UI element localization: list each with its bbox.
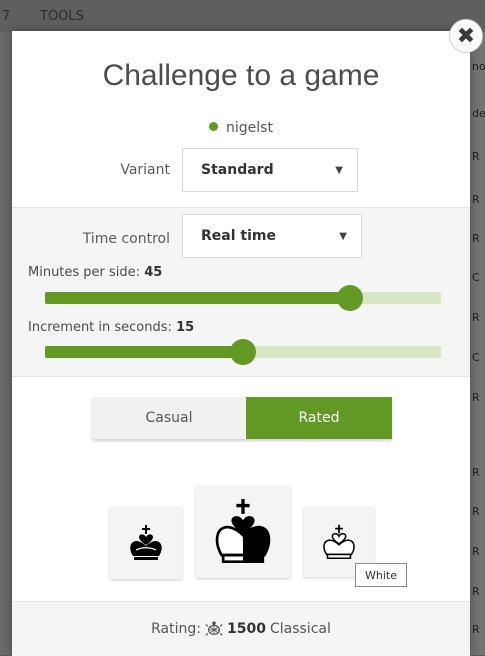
bg-cell: R	[472, 311, 480, 324]
time-control-select[interactable]: Real time ▼	[182, 214, 362, 258]
white-king-icon	[323, 524, 355, 560]
bg-cell: R	[472, 150, 480, 163]
variant-label: Variant	[120, 162, 170, 178]
minutes-label-text: Minutes per side:	[28, 265, 141, 280]
bg-cell: R	[472, 623, 480, 636]
tooltip: White	[355, 563, 407, 587]
minutes-slider-handle[interactable]	[336, 285, 363, 311]
close-icon[interactable]: ✖	[449, 19, 483, 53]
opponent-name[interactable]: nigelst	[226, 120, 273, 136]
minutes-value: 45	[144, 265, 163, 280]
minutes-slider-fill	[45, 292, 350, 304]
modal-title: Challenge to a game	[102, 59, 380, 92]
casual-button[interactable]: Casual	[92, 397, 246, 439]
time-control-value: Real time	[201, 228, 276, 244]
rating-category: Classical	[269, 621, 331, 637]
play-black-button[interactable]	[110, 507, 182, 579]
dropdown-caret-icon: ▼	[339, 230, 347, 242]
play-random-button[interactable]	[196, 486, 290, 578]
menu-tools[interactable]: TOOLS	[40, 9, 84, 24]
rating-prefix: Rating:	[151, 621, 201, 637]
rating-footer: Rating: 1500 Classical	[12, 601, 470, 656]
variant-select[interactable]: Standard ▼	[182, 148, 358, 192]
bg-cell: R	[472, 585, 480, 598]
background-left-strip	[0, 32, 12, 655]
time-control-label: Time control	[82, 231, 170, 247]
minutes-slider[interactable]	[45, 285, 441, 311]
bg-cell: de	[472, 107, 485, 120]
increment-slider-handle[interactable]	[230, 339, 256, 365]
challenge-modal: Challenge to a game nigelst Variant Stan…	[12, 31, 470, 656]
increment-label-text: Increment in seconds:	[28, 320, 172, 335]
random-king-icon	[215, 498, 271, 564]
background-topbar: 7 TOOLS	[0, 0, 485, 32]
bg-cell: R	[472, 391, 480, 404]
bg-cell: R	[472, 193, 480, 206]
bg-cell: C	[472, 351, 480, 364]
opponent-line: nigelst	[12, 120, 470, 136]
turtle-icon	[205, 621, 223, 636]
bg-cell: R	[472, 232, 480, 245]
time-section: Time control Real time ▼ Minutes per sid…	[12, 207, 470, 377]
bg-cell: R	[472, 466, 480, 479]
bg-cell: R	[472, 505, 480, 518]
mode-toggle: Casual Rated	[92, 397, 392, 439]
background-right-column	[470, 32, 485, 655]
bg-cell: C	[472, 271, 480, 284]
menu-fragment: 7	[2, 9, 11, 24]
dropdown-caret-icon: ▼	[335, 164, 343, 176]
bg-cell: R	[472, 545, 480, 558]
increment-slider-fill	[45, 346, 243, 358]
online-status-icon	[209, 122, 219, 131]
rating-value: 1500	[227, 621, 266, 637]
increment-slider[interactable]	[45, 339, 441, 365]
black-king-icon	[130, 525, 162, 560]
increment-label: Increment in seconds: 15	[28, 320, 194, 335]
minutes-label: Minutes per side: 45	[28, 265, 162, 280]
increment-value: 15	[176, 320, 195, 335]
variant-value: Standard	[201, 162, 274, 178]
bg-cell: no	[472, 60, 485, 73]
rated-button[interactable]: Rated	[246, 397, 392, 439]
